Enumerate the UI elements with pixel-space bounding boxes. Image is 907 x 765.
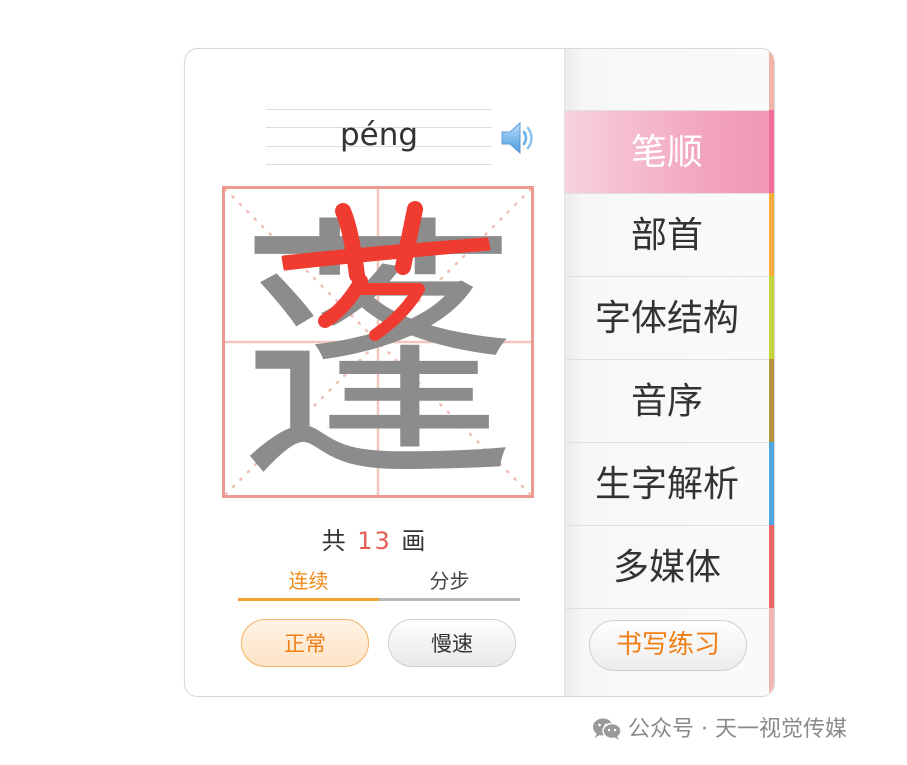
pinyin-staff: péng <box>266 109 492 165</box>
character-grid: 蓬 <box>222 186 534 498</box>
nav-stroke-order[interactable]: 笔顺 <box>565 110 769 193</box>
character-card: péng 蓬 共 13 画 连续 分步 正常 慢速 笔顺 部首 字体结构 音序 … <box>184 48 775 697</box>
mode-tabs: 连续 分步 <box>238 568 520 601</box>
stroke-count-suffix: 画 <box>401 527 428 555</box>
nav-character-analysis[interactable]: 生字解析 <box>565 442 769 525</box>
feature-nav: 笔顺 部首 字体结构 音序 生字解析 多媒体 书写练习 <box>564 49 774 696</box>
stroke-count-number: 13 <box>357 527 392 555</box>
nav-multimedia[interactable]: 多媒体 <box>565 525 769 608</box>
nav-structure[interactable]: 字体结构 <box>565 276 769 359</box>
staff-line <box>266 109 492 110</box>
character-glyph: 蓬 <box>239 193 517 495</box>
writing-practice-button[interactable]: 书写练习 <box>589 620 747 671</box>
watermark: 公众号 · 天一视觉传媒 <box>592 716 847 744</box>
staff-line <box>266 164 492 165</box>
tab-step[interactable]: 分步 <box>379 568 520 601</box>
stripe-bottom <box>769 608 774 696</box>
stripe-radical <box>769 193 774 276</box>
wechat-icon <box>592 717 622 741</box>
stroke-count: 共 13 画 <box>185 521 564 556</box>
watermark-text: 公众号 · 天一视觉传媒 <box>628 717 847 742</box>
pinyin-text: péng <box>339 117 419 153</box>
speaker-icon[interactable] <box>500 120 538 156</box>
stripe-phonetic <box>769 359 774 442</box>
nav-phonetic-order[interactable]: 音序 <box>565 359 769 442</box>
stripe-analysis <box>769 442 774 525</box>
stroke-count-prefix: 共 <box>321 527 348 555</box>
stripe-structure <box>769 276 774 359</box>
nav-radical[interactable]: 部首 <box>565 193 769 276</box>
stripe-multimedia <box>769 525 774 608</box>
slow-speed-button[interactable]: 慢速 <box>388 619 516 667</box>
normal-speed-button[interactable]: 正常 <box>241 619 369 667</box>
stripe-stroke-order <box>769 110 774 193</box>
stroke-order-panel: péng 蓬 共 13 画 连续 分步 正常 慢速 <box>185 49 564 696</box>
stripe-top <box>769 49 774 110</box>
tab-continuous[interactable]: 连续 <box>238 568 379 601</box>
glyph-gray-strokes: 蓬 <box>239 193 517 495</box>
